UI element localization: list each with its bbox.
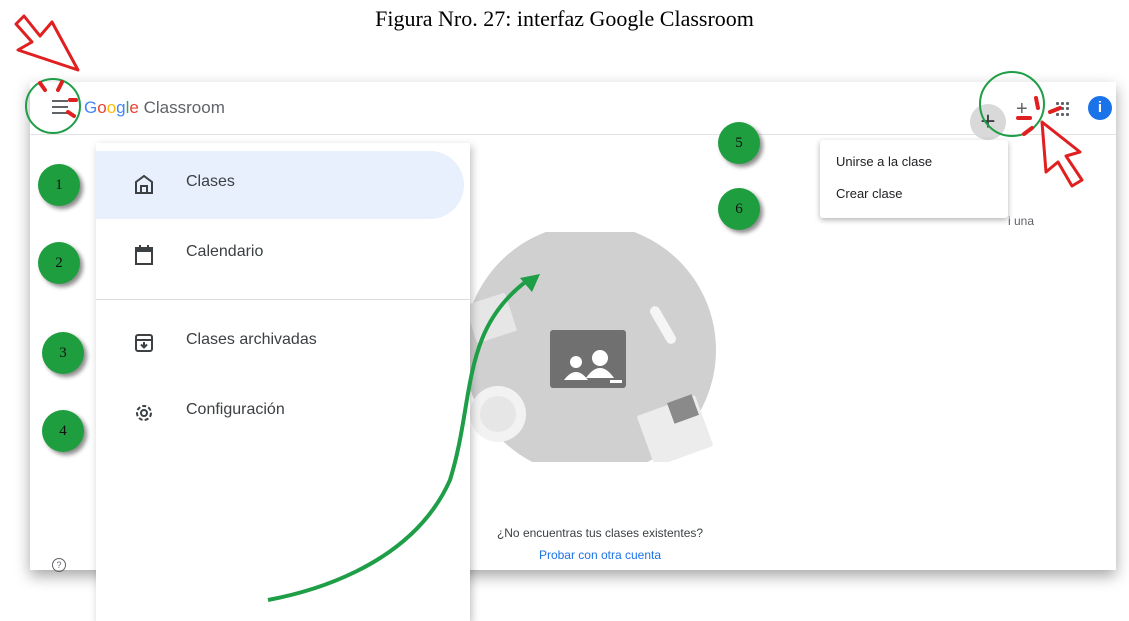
highlight-circle-add: [979, 71, 1045, 137]
annotation-overlay: [14, 14, 1084, 602]
green-curved-arrow: [267, 278, 530, 602]
red-pointer-arrow-menu: [14, 14, 80, 72]
red-click-marks-menu: [38, 80, 78, 118]
highlight-circle-menu: [25, 78, 81, 134]
red-click-marks-add: [1016, 96, 1062, 136]
red-pointer-arrow-add: [1040, 120, 1084, 188]
